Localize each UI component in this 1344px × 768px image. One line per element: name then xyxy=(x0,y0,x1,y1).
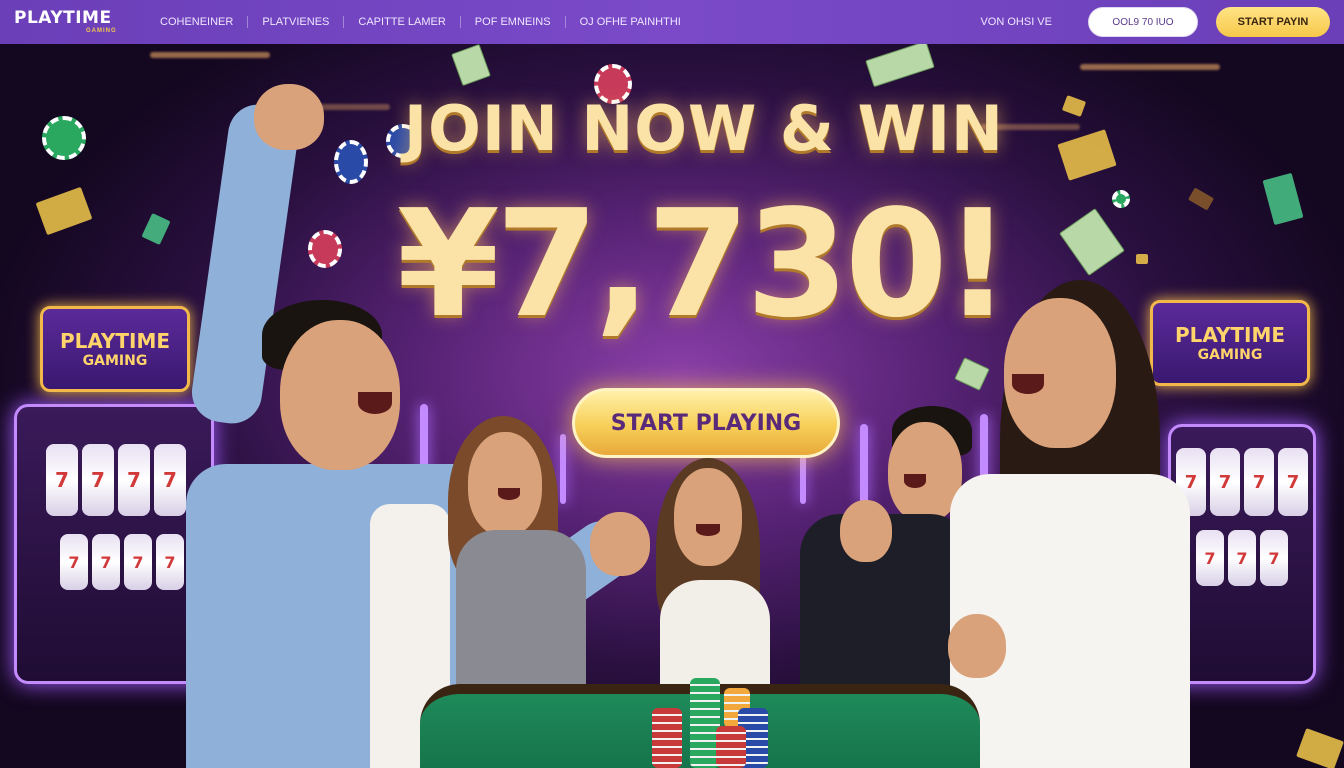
ceiling-light xyxy=(150,52,270,58)
face xyxy=(1004,298,1116,448)
reel: 7 xyxy=(118,444,150,516)
neon-light xyxy=(860,424,868,504)
hero-banner: PLAYTIME GAMING 7 7 7 7 7 7 7 7 PLAYTIME… xyxy=(0,44,1344,768)
face xyxy=(468,432,542,536)
chip-stack xyxy=(652,708,682,768)
reel: 7 xyxy=(1278,448,1308,516)
mouth xyxy=(358,392,392,414)
reel: 7 xyxy=(1210,448,1240,516)
reel: 7 xyxy=(1244,448,1274,516)
reel: 7 xyxy=(82,444,114,516)
nav-link-5[interactable]: OJ OFHE PAINHTHI xyxy=(564,16,695,28)
reel: 7 xyxy=(156,534,184,590)
reel: 7 xyxy=(1260,530,1288,586)
money-bill xyxy=(954,357,990,391)
nav-link-1[interactable]: COHENEINER xyxy=(160,16,247,28)
brand-logo[interactable]: PLAYTIME GAMING xyxy=(14,8,144,35)
reel: 7 xyxy=(1228,530,1256,586)
reel: 7 xyxy=(46,444,78,516)
mouth xyxy=(696,524,720,536)
start-playing-button[interactable]: START PLAYING xyxy=(572,388,840,458)
slot-reels-left: 7 7 7 7 xyxy=(46,444,186,516)
mouth xyxy=(498,488,520,500)
jacket xyxy=(456,530,586,710)
slot-sign-subtitle: GAMING xyxy=(82,353,148,369)
reel: 7 xyxy=(154,444,186,516)
nav-link-2[interactable]: PLATVIENES xyxy=(247,16,343,28)
slot-reels-left-lower: 7 7 7 7 xyxy=(60,534,184,590)
secondary-button[interactable]: OOL9 70 IUO xyxy=(1088,7,1198,37)
logo-text: PLAYTIME xyxy=(14,8,112,28)
reel: 7 xyxy=(1196,530,1224,586)
logo-subtext: GAMING xyxy=(86,28,117,34)
mouth xyxy=(904,474,926,488)
slot-reels-right: 7 7 7 7 xyxy=(1176,448,1308,516)
nav-link-4[interactable]: POF EMNEINS xyxy=(459,16,565,28)
reel: 7 xyxy=(60,534,88,590)
chip-stack xyxy=(716,726,746,768)
nav-links: COHENEINER PLATVIENES CAPITTE LAMER POF … xyxy=(160,16,695,28)
confetti xyxy=(1296,728,1344,768)
money-bill xyxy=(451,44,491,87)
top-nav: PLAYTIME GAMING COHENEINER PLATVIENES CA… xyxy=(0,0,1344,44)
nav-right-link[interactable]: VON OHSI VE xyxy=(980,16,1052,28)
mouth xyxy=(1012,374,1044,394)
fist xyxy=(590,512,650,576)
fist xyxy=(840,500,892,562)
face xyxy=(674,468,742,566)
neon-light xyxy=(560,434,566,504)
slot-reels-right-lower: 7 7 7 xyxy=(1196,530,1288,586)
money-bill xyxy=(865,44,935,88)
ceiling-light xyxy=(1080,64,1220,70)
reel: 7 xyxy=(124,534,152,590)
fist xyxy=(254,84,324,150)
reel: 7 xyxy=(92,534,120,590)
start-button-nav[interactable]: START PAYIN xyxy=(1216,7,1330,37)
nav-link-3[interactable]: CAPITTE LAMER xyxy=(343,16,459,28)
fist xyxy=(948,614,1006,678)
nav-right: VON OHSI VE OOL9 70 IUO START PAYIN xyxy=(980,7,1330,37)
